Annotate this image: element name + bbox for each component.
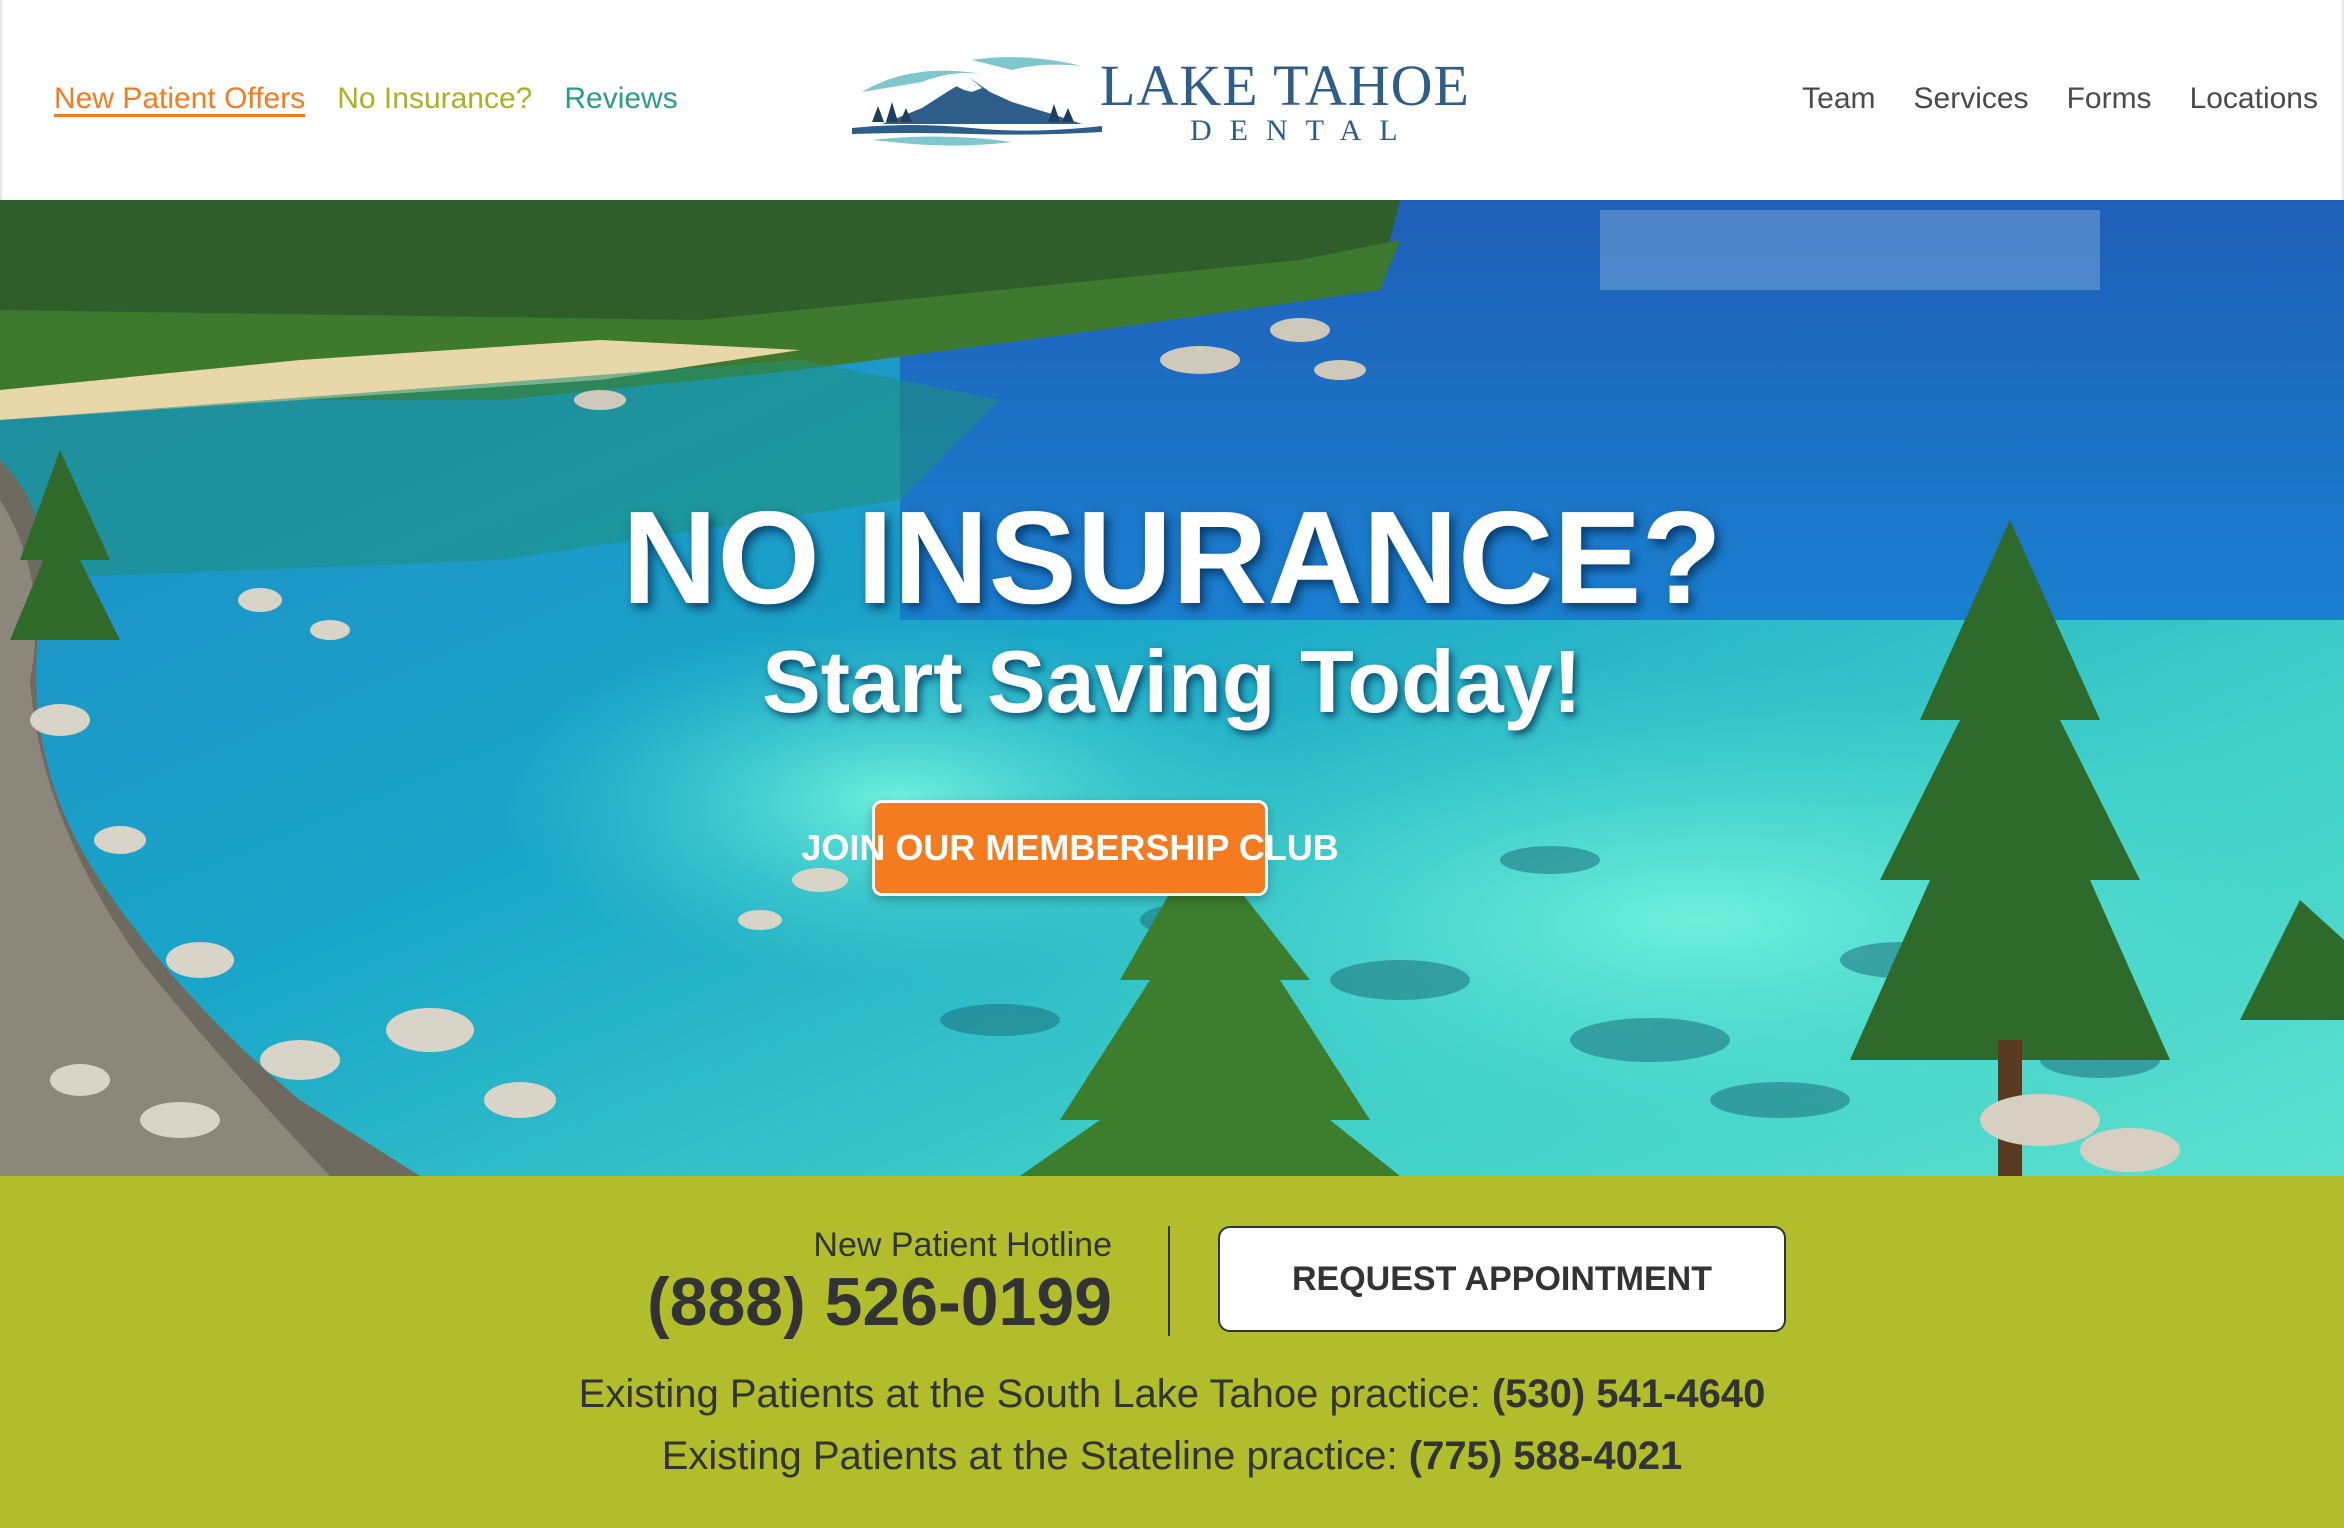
- mountain-lake-logo-icon: [852, 57, 1102, 146]
- nav-reviews[interactable]: Reviews: [564, 82, 677, 116]
- existing-patients-stateline: Existing Patients at the Stateline pract…: [0, 1434, 2344, 1479]
- nav-no-insurance[interactable]: No Insurance?: [337, 82, 532, 116]
- contact-bar: New Patient Hotline (888) 526-0199 REQUE…: [0, 1176, 2344, 1528]
- nav-new-patient-offers[interactable]: New Patient Offers: [54, 82, 305, 116]
- nav-right: Team Services Forms Locations: [1802, 82, 2318, 116]
- nav-left: New Patient Offers No Insurance? Reviews: [54, 82, 678, 116]
- existing-patients-south-lake-tahoe: Existing Patients at the South Lake Taho…: [0, 1372, 2344, 1417]
- hero-title: NO INSURANCE?: [621, 484, 1723, 631]
- logo-subtitle: DENTAL: [1190, 114, 1416, 147]
- nav-team[interactable]: Team: [1802, 82, 1875, 116]
- hotline-phone-link[interactable]: (888) 526-0199: [560, 1262, 1112, 1342]
- south-lake-tahoe-phone-link[interactable]: (530) 541-4640: [1492, 1372, 1766, 1416]
- existing-text: Existing Patients at the Stateline pract…: [661, 1434, 1409, 1478]
- site-header: New Patient Offers No Insurance? Reviews…: [0, 0, 2344, 200]
- existing-text: Existing Patients at the South Lake Taho…: [578, 1372, 1492, 1416]
- hero-subtitle: Start Saving Today!: [762, 632, 1582, 731]
- divider: [1168, 1226, 1170, 1336]
- nav-forms[interactable]: Forms: [2067, 82, 2152, 116]
- site-logo[interactable]: LAKE TAHOE DENTAL: [852, 52, 1492, 152]
- hero-banner: NO INSURANCE? Start Saving Today! JOIN O…: [0, 200, 2344, 1176]
- logo-title: LAKE TAHOE: [1100, 53, 1470, 118]
- hotline-label: New Patient Hotline: [813, 1226, 1112, 1264]
- join-membership-button[interactable]: JOIN OUR MEMBERSHIP CLUB: [801, 800, 1339, 896]
- nav-services[interactable]: Services: [1914, 82, 2029, 116]
- request-appointment-button[interactable]: REQUEST APPOINTMENT: [1218, 1226, 1786, 1332]
- stateline-phone-link[interactable]: (775) 588-4021: [1409, 1434, 1683, 1478]
- nav-locations[interactable]: Locations: [2190, 82, 2318, 116]
